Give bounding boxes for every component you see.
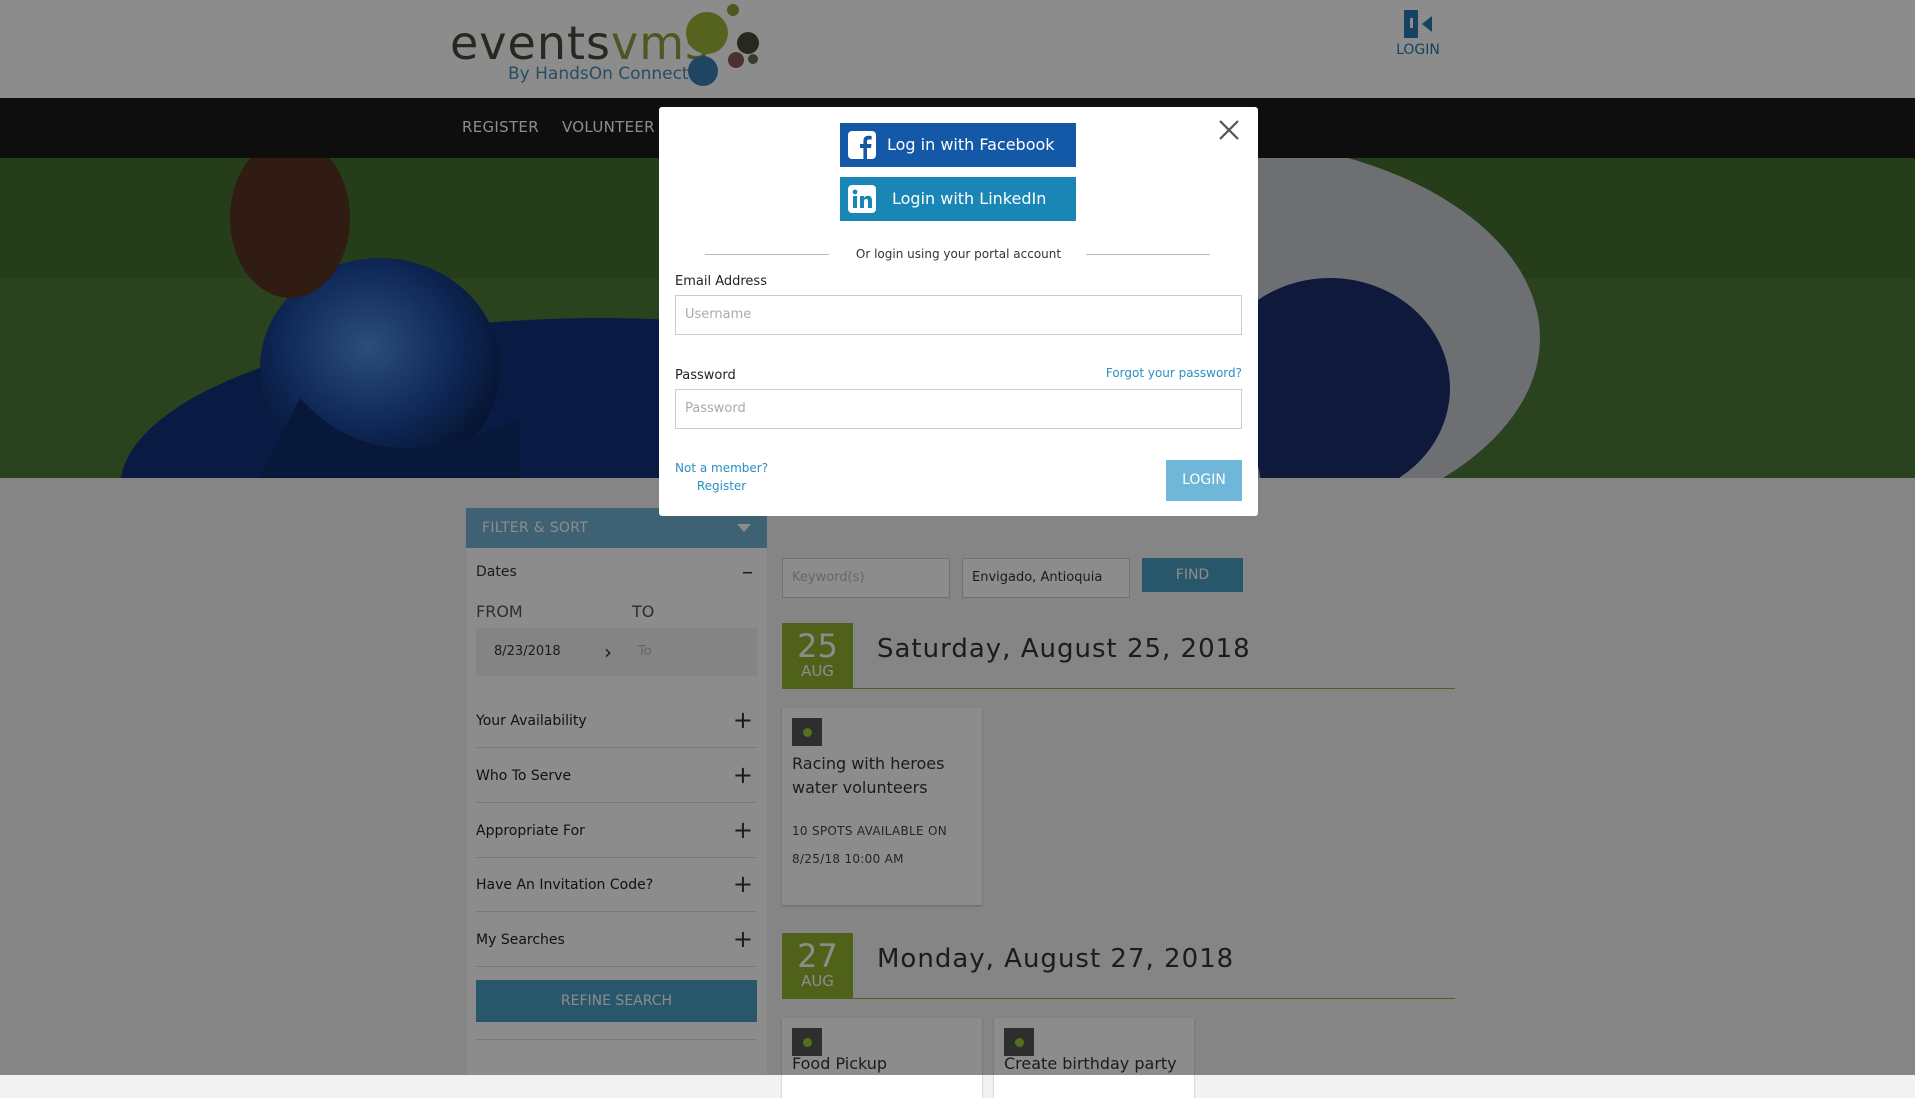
register-link[interactable]: Register <box>675 477 768 495</box>
not-member-link[interactable]: Not a member? <box>675 459 768 477</box>
linkedin-login-button[interactable]: Login with LinkedIn <box>840 177 1076 221</box>
password-field[interactable]: Password <box>675 389 1242 429</box>
login-submit-button[interactable]: LOGIN <box>1166 460 1242 501</box>
forgot-password-link[interactable]: Forgot your password? <box>1106 366 1242 380</box>
linkedin-login-label: Login with LinkedIn <box>892 189 1047 208</box>
email-label: Email Address <box>675 274 767 289</box>
register-prompt: Not a member? Register <box>675 459 768 495</box>
linkedin-icon <box>848 185 876 213</box>
or-login-text: Or login using your portal account <box>855 247 1062 261</box>
facebook-icon <box>848 131 876 159</box>
email-field[interactable]: Username <box>675 295 1242 335</box>
password-label: Password <box>675 368 736 383</box>
close-icon[interactable] <box>1216 117 1242 143</box>
facebook-login-button[interactable]: Log in with Facebook <box>840 123 1076 167</box>
facebook-login-label: Log in with Facebook <box>887 135 1055 154</box>
login-modal: Log in with Facebook Login with LinkedIn… <box>659 107 1258 516</box>
